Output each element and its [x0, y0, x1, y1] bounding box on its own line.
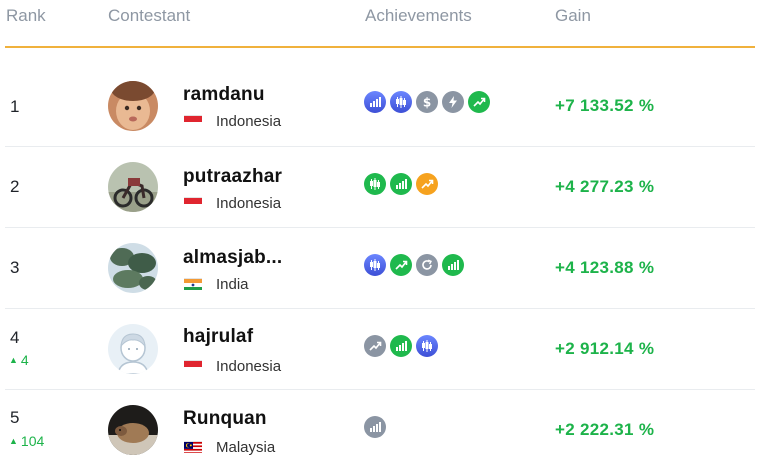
indonesia-flag-icon	[184, 360, 202, 372]
contestant-name[interactable]: Runquan	[183, 408, 267, 430]
rank-number: 4	[10, 328, 20, 347]
bar-chart-icon[interactable]	[364, 416, 386, 438]
leaderboard-header: Rank Contestant Achievements Gain	[0, 0, 758, 48]
rank-number: 3	[10, 258, 20, 277]
rank-change-up: ▲ 4	[9, 352, 29, 368]
contestant-name[interactable]: almasjab...	[183, 247, 282, 269]
country-label: Indonesia	[216, 358, 282, 375]
candlestick-icon[interactable]	[416, 335, 438, 357]
indonesia-flag-icon	[184, 115, 202, 127]
contestant-name[interactable]: hajrulaf	[183, 326, 253, 348]
header-divider	[5, 46, 755, 48]
avatar[interactable]	[108, 162, 158, 212]
contestant-name[interactable]: putraazhar	[183, 166, 282, 188]
candlestick-icon[interactable]	[364, 254, 386, 276]
rank-change-up: ▲ 104	[9, 433, 44, 449]
candlestick-icon[interactable]	[390, 91, 412, 113]
achievement-badges	[364, 416, 386, 438]
rank-column-header[interactable]: Rank	[6, 6, 46, 26]
achievements-column-header[interactable]: Achievements	[365, 6, 472, 26]
india-flag-icon	[184, 278, 202, 290]
indonesia-flag-icon	[184, 197, 202, 209]
trend-up-icon[interactable]	[468, 91, 490, 113]
avatar[interactable]	[108, 405, 158, 455]
candlestick-icon[interactable]	[364, 173, 386, 195]
rank-change-value: 104	[20, 433, 45, 449]
malaysia-flag-icon	[184, 441, 202, 453]
gain-column-header[interactable]: Gain	[555, 6, 591, 26]
refresh-icon[interactable]	[416, 254, 438, 276]
country-label: India	[216, 276, 249, 293]
bar-chart-icon[interactable]	[390, 335, 412, 357]
trend-up-icon[interactable]	[416, 173, 438, 195]
achievement-badges: $	[364, 91, 490, 113]
bar-chart-icon[interactable]	[442, 254, 464, 276]
leaderboard-row[interactable]: 4 ▲ 4 hajrulaf Indonesia +2 912.14 %	[0, 309, 758, 390]
gain-value: +4 277.23 %	[555, 177, 655, 196]
lightning-icon[interactable]	[442, 91, 464, 113]
bar-chart-icon[interactable]	[364, 91, 386, 113]
trend-up-icon[interactable]	[390, 254, 412, 276]
gain-value: +4 123.88 %	[555, 258, 655, 277]
country-label: Indonesia	[216, 195, 282, 212]
leaderboard-row[interactable]: 1 ramdanu Indonesia $ +7 133.52 %	[0, 65, 758, 146]
leaderboard-row[interactable]: 2 putraazhar Indonesia +4 277.23 %	[0, 147, 758, 228]
leaderboard-row[interactable]: 5 ▲ 104 Runquan Malaysia +2 222.31 %	[0, 390, 758, 471]
leaderboard-row[interactable]: 3 almasjab... India +4 123.88 %	[0, 228, 758, 309]
arrow-up-icon: ▲	[9, 436, 18, 446]
dollar-icon[interactable]: $	[416, 91, 438, 113]
rank-number: 1	[10, 97, 20, 116]
gain-value: +2 912.14 %	[555, 339, 655, 358]
contestant-name[interactable]: ramdanu	[183, 84, 265, 106]
rank-number: 5	[10, 408, 20, 427]
avatar[interactable]	[108, 81, 158, 131]
bar-chart-icon[interactable]	[390, 173, 412, 195]
rank-number: 2	[10, 177, 20, 196]
trend-up-icon[interactable]	[364, 335, 386, 357]
contestant-column-header[interactable]: Contestant	[108, 6, 190, 26]
avatar[interactable]	[108, 243, 158, 293]
achievement-badges	[364, 173, 438, 195]
country-label: Indonesia	[216, 113, 282, 130]
gain-value: +7 133.52 %	[555, 96, 655, 115]
svg-text:$: $	[423, 96, 431, 110]
rank-change-value: 4	[20, 352, 29, 368]
arrow-up-icon: ▲	[9, 355, 18, 365]
gain-value: +2 222.31 %	[555, 420, 655, 439]
country-label: Malaysia	[216, 439, 276, 456]
achievement-badges	[364, 335, 438, 357]
achievement-badges	[364, 254, 464, 276]
avatar[interactable]	[108, 324, 158, 374]
